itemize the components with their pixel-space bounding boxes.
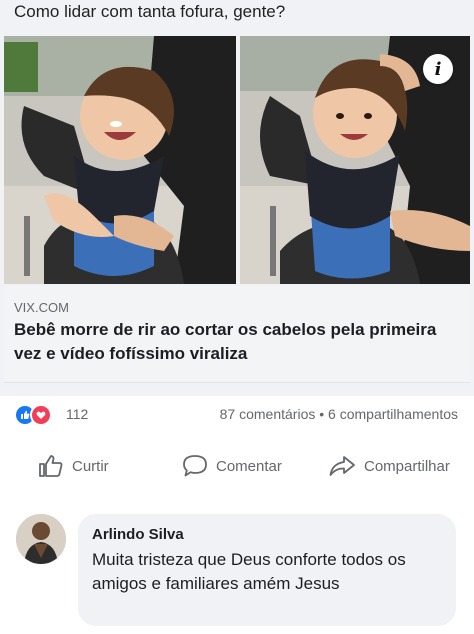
reaction-count[interactable]: 112	[66, 406, 88, 422]
post-photo-left[interactable]	[4, 36, 236, 284]
comment-section: Arlindo Silva Muita tristeza que Deus co…	[0, 502, 474, 634]
share-arrow-icon	[328, 454, 356, 478]
separator-dot: •	[319, 406, 325, 422]
comment-bubble: Arlindo Silva Muita tristeza que Deus co…	[78, 514, 456, 626]
info-icon[interactable]: i	[423, 54, 453, 84]
link-domain: VIX.COM	[14, 300, 69, 315]
comment-author[interactable]: Arlindo Silva	[92, 526, 184, 543]
like-button[interactable]: Curtir	[38, 454, 109, 478]
comment-button[interactable]: Comentar	[182, 454, 282, 478]
share-label: Compartilhar	[364, 457, 450, 475]
like-label: Curtir	[72, 457, 109, 475]
commenter-avatar[interactable]	[16, 514, 66, 564]
thumbs-up-icon	[38, 454, 64, 478]
love-reaction-icon[interactable]	[30, 404, 52, 426]
comment-text: Muita tristeza que Deus conforte todos o…	[92, 550, 406, 593]
post-actions-bar: Curtir Comentar Compartilhar	[0, 432, 474, 503]
comment-label: Comentar	[216, 457, 282, 475]
reaction-stats-bar: 112 87 comentários • 6 compartilhamentos	[0, 396, 474, 432]
share-count[interactable]: 6 compartilhamentos	[328, 406, 458, 422]
comment-bubble-icon	[182, 454, 208, 478]
link-title[interactable]: Bebê morre de rir ao cortar os cabelos p…	[14, 318, 454, 366]
link-preview[interactable]: VIX.COM Bebê morre de rir ao cortar os c…	[4, 286, 470, 383]
share-button[interactable]: Compartilhar	[328, 454, 450, 478]
comment-count[interactable]: 87 comentários	[220, 406, 316, 422]
post-caption: Como lidar com tanta fofura, gente?	[14, 2, 286, 21]
engagement-summary: 87 comentários • 6 compartilhamentos	[220, 406, 458, 422]
